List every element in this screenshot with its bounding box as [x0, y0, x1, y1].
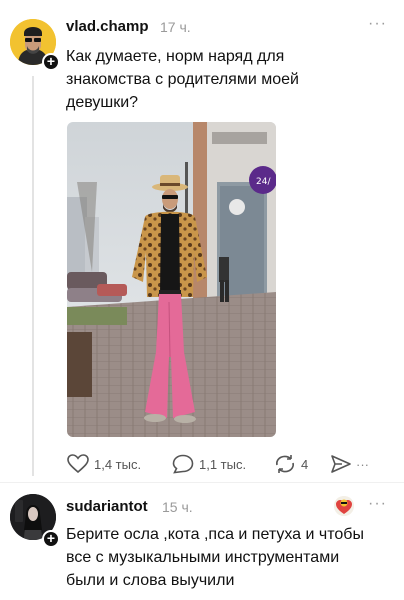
comment-count: 1,1 тыс.: [199, 456, 247, 472]
reply-username[interactable]: sudariantot: [66, 498, 148, 515]
reply-time: 15 ч.: [162, 499, 193, 515]
reply-text-line: Берите осла ,кота ,пса и петуха и чтобы: [66, 526, 364, 543]
comment-icon: [172, 454, 194, 474]
post-text-line: Как думаете, норм наряд для: [66, 48, 285, 65]
follow-plus-icon[interactable]: +: [42, 53, 60, 71]
more-share-icon: ···: [356, 456, 369, 472]
heart-icon: [67, 454, 89, 474]
like-count: 1,4 тыс.: [94, 456, 142, 472]
post-actions: 1,4 тыс. 1,1 тыс. 4 ···: [67, 452, 387, 476]
post-photo[interactable]: 24/: [67, 122, 276, 437]
share-button[interactable]: ···: [330, 452, 369, 476]
divider: [0, 482, 404, 483]
liked-by-author-icon: [334, 496, 354, 516]
like-button[interactable]: 1,4 тыс.: [67, 452, 141, 476]
repost-button[interactable]: 4: [274, 452, 308, 476]
post: + vlad.champ 17 ч. ··· Как думаете, норм…: [0, 0, 404, 476]
post-text-line: знакомства с родителями моей: [66, 71, 299, 88]
comment-button[interactable]: 1,1 тыс.: [172, 452, 246, 476]
more-icon[interactable]: ···: [368, 495, 387, 513]
repost-icon: [276, 455, 294, 473]
post-text-line: девушки?: [66, 94, 139, 111]
follow-plus-icon[interactable]: +: [42, 530, 60, 548]
repost-count: 4: [301, 456, 309, 472]
share-icon: [331, 455, 351, 473]
store-sign-text: 24/: [256, 177, 271, 187]
reply-text-line: были и слова выучили: [66, 572, 235, 589]
post-text: Как думаете, норм наряд для знакомства с…: [66, 45, 299, 114]
reply-text: Берите осла ,кота ,пса и петуха и чтобы …: [66, 523, 364, 592]
post-username[interactable]: vlad.champ: [66, 18, 149, 35]
more-icon[interactable]: ···: [368, 15, 387, 33]
reply-text-line: все с музыкальными инструментами: [66, 549, 340, 566]
thread-line: [32, 76, 34, 476]
post-time: 17 ч.: [160, 19, 191, 35]
